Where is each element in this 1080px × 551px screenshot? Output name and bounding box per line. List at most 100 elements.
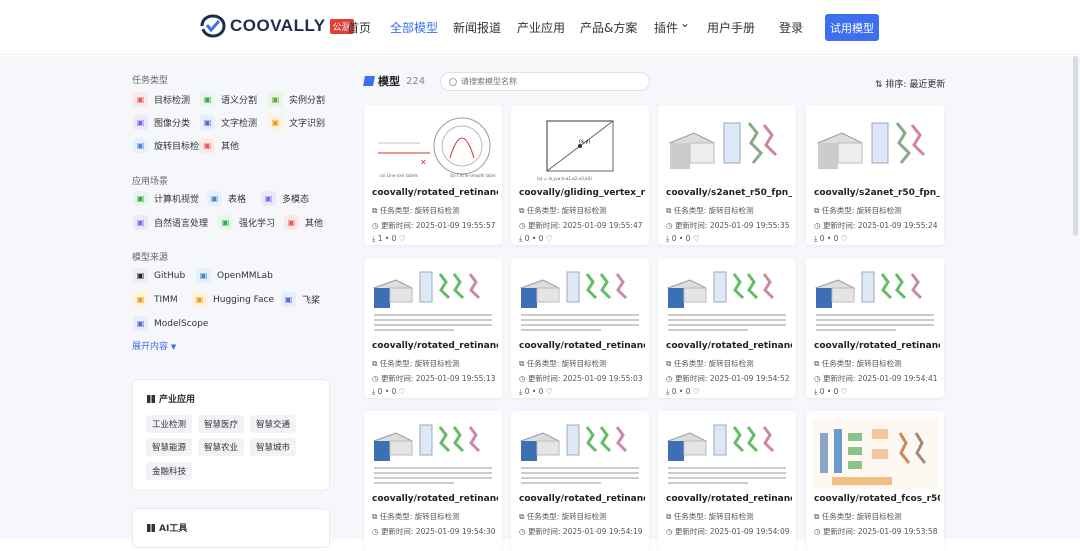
nav-item-5[interactable]: 插件 — [654, 19, 678, 36]
heart-icon: ♡ — [545, 234, 553, 243]
model-name: coovally/rotated_retinanet_... — [372, 341, 498, 351]
sidebar-tasks-6[interactable]: ▣ 旋转目标检测 — [133, 138, 208, 153]
model-thumbnail — [664, 113, 790, 183]
heart-icon: ♡ — [692, 387, 700, 396]
task-icon: ⧉ — [372, 206, 378, 215]
clock-icon: ◷ — [814, 374, 821, 383]
clock-icon: ◷ — [372, 374, 379, 383]
task-icon: ⧉ — [666, 359, 672, 368]
grid-icon — [147, 523, 155, 532]
industry-chip-0[interactable]: 工业检测 — [146, 415, 193, 433]
sidebar-scenes-0[interactable]: ▣ 计算机视觉 — [133, 191, 199, 206]
tag-label: 其他 — [305, 219, 324, 229]
sort-control[interactable]: ⇅ 排序: 最近更新 — [875, 77, 945, 90]
industry-chip-5[interactable]: 智慧城市 — [250, 438, 297, 456]
expand-label: 展开内容 — [132, 342, 169, 352]
model-card[interactable]: coovally/rotated_retinanet_... ⧉ 任务类型: 旋转… — [364, 411, 502, 551]
nav-item-1[interactable]: 全部模型 — [390, 19, 438, 36]
category-icon: ▣ — [284, 215, 299, 230]
tag-label: TIMM — [154, 294, 178, 305]
industry-chip-6[interactable]: 金融科技 — [146, 462, 193, 480]
model-card[interactable]: coovally/s2anet_r50_fpn_1x... ⧉ 任务类型: 旋转目… — [658, 105, 796, 245]
model-card[interactable]: coovally/rotated_fcos_r50_f... ⧉ 任务类型: 旋转… — [806, 411, 944, 551]
task-text: 任务类型: 旋转目标检测 — [821, 206, 902, 215]
tag-label: 目标检测 — [154, 96, 191, 106]
model-card[interactable]: coovally/s2anet_r50_fpn_fp... ⧉ 任务类型: 旋转目… — [806, 105, 944, 245]
model-thumbnail — [370, 419, 496, 489]
svg-text:(a) Line-axis labels: (a) Line-axis labels — [380, 173, 418, 178]
task-icon: ⧉ — [814, 512, 820, 521]
model-card[interactable]: coovally/rotated_retinanet_... ⧉ 任务类型: 旋转… — [511, 258, 649, 398]
model-updated: ◷ 更新时间: 2025-01-09 19:55:24 — [814, 220, 938, 231]
model-name: coovally/gliding_vertex_r50... — [519, 188, 645, 198]
login-link[interactable]: 登录 — [779, 19, 803, 36]
task-text: 任务类型: 旋转目标检测 — [379, 359, 460, 368]
category-icon: ▣ — [196, 268, 211, 283]
sidebar-tasks-2[interactable]: ▣ 实例分割 — [268, 92, 325, 107]
sidebar-tasks-5[interactable]: ▣ 文字识别 — [268, 115, 325, 130]
tag-label: 其他 — [221, 142, 240, 152]
time-text: 更新时间: 2025-01-09 19:55:47 — [527, 221, 643, 230]
sidebar-tasks-0[interactable]: ▣ 目标检测 — [133, 92, 190, 107]
expand-more-link[interactable]: 展开内容 ▼ — [132, 339, 176, 352]
sidebar-scenes-5[interactable]: ▣ 其他 — [284, 215, 323, 230]
sidebar-tasks-7[interactable]: ▣ 其他 — [200, 138, 239, 153]
sidebar-sources-2[interactable]: ▣ TIMM — [133, 292, 178, 307]
tag-label: 强化学习 — [239, 219, 276, 229]
sidebar-sources-0[interactable]: ▣ GitHub — [133, 268, 185, 283]
stats-text: 0 • 0 — [377, 387, 397, 396]
sidebar-tasks-3[interactable]: ▣ 图像分类 — [133, 115, 190, 130]
time-text: 更新时间: 2025-01-09 19:54:19 — [527, 527, 643, 536]
nav-item-4[interactable]: 产品&方案 — [580, 19, 637, 36]
nav-item-3[interactable]: 产业应用 — [517, 19, 565, 36]
try-model-button[interactable]: 试用模型 — [825, 14, 879, 41]
time-text: 更新时间: 2025-01-09 19:54:52 — [674, 374, 790, 383]
heart-icon: ♡ — [840, 234, 848, 243]
model-card[interactable]: coovally/rotated_retinanet_... ⧉ 任务类型: 旋转… — [806, 258, 944, 398]
sidebar-tasks-4[interactable]: ▣ 文字检测 — [200, 115, 257, 130]
stats-text: 0 • 0 — [524, 387, 544, 396]
sort-label: 排序: 最近更新 — [885, 80, 946, 90]
category-icon: ▣ — [261, 191, 276, 206]
time-text: 更新时间: 2025-01-09 19:54:09 — [674, 527, 790, 536]
model-updated: ◷ 更新时间: 2025-01-09 19:55:47 — [519, 220, 643, 231]
search-box[interactable] — [440, 72, 650, 91]
model-header: 模型 224 — [363, 73, 425, 89]
model-task: ⧉ 任务类型: 旋转目标检测 — [666, 358, 754, 369]
sidebar-scenes-2[interactable]: ▣ 多模态 — [261, 191, 309, 206]
nav-item-2[interactable]: 新闻报道 — [453, 19, 501, 36]
model-updated: ◷ 更新时间: 2025-01-09 19:54:52 — [666, 373, 790, 384]
svg-text:(b) Circle-smooth label: (b) Circle-smooth label — [450, 173, 496, 178]
model-card[interactable]: coovally/rotated_retinanet_... ⧉ 任务类型: 旋转… — [511, 411, 649, 551]
search-input[interactable] — [461, 77, 631, 86]
sidebar-scenes-4[interactable]: ▣ 强化学习 — [218, 215, 275, 230]
nav-item-0[interactable]: 首页 — [347, 19, 371, 36]
industry-chip-2[interactable]: 智慧交通 — [250, 415, 297, 433]
stats-text: 0 • 0 — [819, 387, 839, 396]
sidebar-sources-3[interactable]: ▣ Hugging Face — [192, 292, 274, 307]
sidebar-scenes-1[interactable]: ▣ 表格 — [207, 191, 246, 206]
logo[interactable]: COOVALLY 公测 — [200, 14, 354, 38]
model-card[interactable]: (x,y) (a) = (x,y,w,h,α1,α2,α3,α4) coovally… — [511, 105, 649, 245]
model-card[interactable]: coovally/rotated_retinanet_... ⧉ 任务类型: 旋转… — [658, 411, 796, 551]
industry-title: 产业应用 — [159, 395, 196, 405]
task-text: 任务类型: 旋转目标检测 — [379, 206, 460, 215]
task-text: 任务类型: 旋转目标检测 — [379, 512, 460, 521]
sidebar-sources-5[interactable]: ▣ ModelScope — [133, 316, 208, 331]
model-card[interactable]: ✕ (a) Line-axis labels (b) Circle-smooth l… — [364, 105, 502, 245]
sort-icon: ⇅ — [875, 80, 883, 90]
sidebar-sources-1[interactable]: ▣ OpenMMLab — [196, 268, 273, 283]
industry-chip-1[interactable]: 智慧医疗 — [198, 415, 245, 433]
sidebar-sources-4[interactable]: ▣ 飞桨 — [281, 292, 320, 307]
model-thumbnail — [812, 113, 938, 183]
sidebar-scenes-3[interactable]: ▣ 自然语言处理 — [133, 215, 208, 230]
industry-chip-4[interactable]: 智慧农业 — [198, 438, 245, 456]
industry-chip-3[interactable]: 智慧能源 — [146, 438, 193, 456]
scrollbar[interactable] — [1073, 56, 1078, 236]
download-icon: ⤓ — [372, 234, 376, 243]
sidebar-tasks-1[interactable]: ▣ 语义分割 — [200, 92, 257, 107]
nav-item-6[interactable]: 用户手册 — [707, 19, 755, 36]
clock-icon: ◷ — [519, 374, 526, 383]
model-card[interactable]: coovally/rotated_retinanet_... ⧉ 任务类型: 旋转… — [364, 258, 502, 398]
model-card[interactable]: coovally/rotated_retinanet_... ⧉ 任务类型: 旋转… — [658, 258, 796, 398]
